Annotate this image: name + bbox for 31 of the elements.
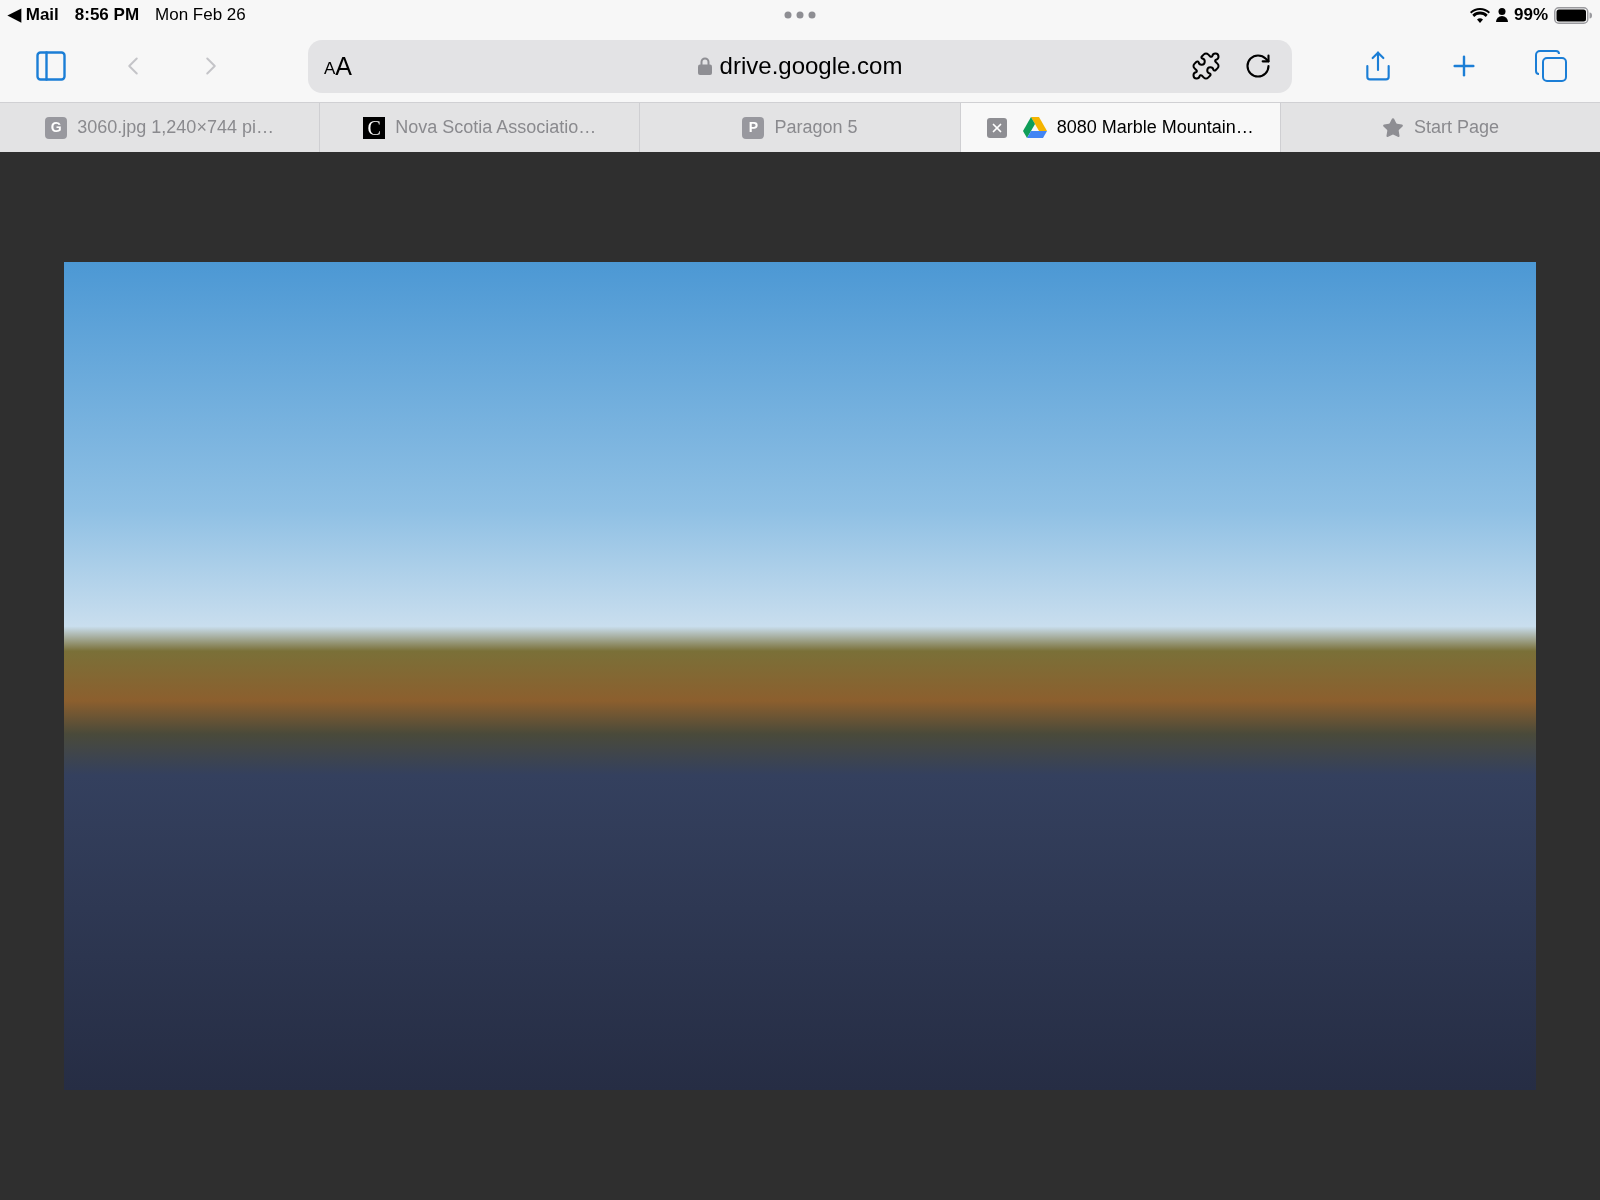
status-date: Mon Feb 26 bbox=[155, 4, 246, 27]
letter-favicon: P bbox=[742, 116, 765, 139]
tab-title: Paragon 5 bbox=[774, 116, 858, 139]
tab-title: Start Page bbox=[1413, 116, 1499, 139]
lock-icon bbox=[697, 57, 712, 75]
close-tab-button[interactable] bbox=[986, 117, 1007, 138]
reload-icon bbox=[1244, 52, 1272, 80]
battery-percent: 99% bbox=[1513, 4, 1548, 27]
letter-favicon: C bbox=[363, 116, 386, 139]
status-time: 8:56 PM bbox=[74, 4, 140, 27]
back-to-app-link[interactable]: ◀ Mail bbox=[8, 2, 59, 28]
tab-title: 3060.jpg 1,240×744 pi… bbox=[77, 116, 274, 139]
letter-favicon: G bbox=[45, 116, 68, 139]
person-icon bbox=[1495, 8, 1508, 22]
tab-overview-button[interactable] bbox=[1534, 49, 1568, 83]
extensions-button[interactable] bbox=[1190, 51, 1222, 81]
more-dots-icon[interactable] bbox=[784, 11, 816, 19]
address-bar[interactable]: AA drive.google.com bbox=[308, 39, 1292, 93]
browser-tab[interactable]: C Nova Scotia Associatio… bbox=[319, 103, 640, 152]
battery-icon bbox=[1554, 6, 1592, 24]
tab-title: 8080 Marble Mountain… bbox=[1056, 116, 1254, 139]
star-icon bbox=[1381, 116, 1404, 139]
text-size-button[interactable]: AA bbox=[324, 52, 353, 80]
tabs-icon bbox=[1534, 49, 1568, 83]
wifi-icon bbox=[1469, 7, 1490, 23]
triangle-logo-icon bbox=[1022, 117, 1047, 138]
tab-title: Nova Scotia Associatio… bbox=[395, 116, 597, 139]
reload-button[interactable] bbox=[1244, 52, 1272, 80]
browser-tab[interactable]: 8080 Marble Mountain… bbox=[959, 103, 1280, 152]
puzzle-icon bbox=[1191, 51, 1221, 81]
url-text: drive.google.com bbox=[719, 51, 903, 81]
